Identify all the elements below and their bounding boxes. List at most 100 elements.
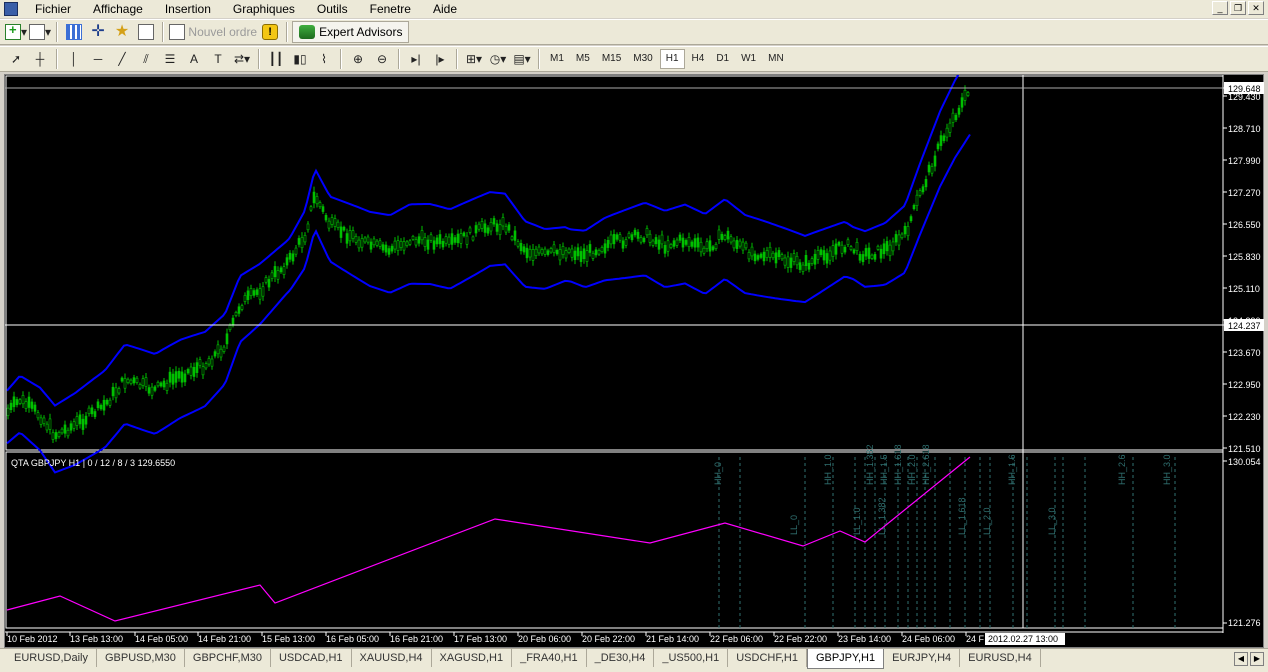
tab-us500-h1[interactable]: _US500,H1 xyxy=(654,649,729,667)
candle-body xyxy=(423,237,427,247)
menu-graphiques[interactable]: Graphiques xyxy=(222,2,306,16)
candle-body xyxy=(963,89,967,101)
candle-body xyxy=(438,234,442,245)
restore-button[interactable]: ❐ xyxy=(1230,1,1246,15)
price-scale-label: 123.670 xyxy=(1228,348,1261,358)
candle-body xyxy=(333,218,337,227)
candle-body xyxy=(177,370,181,379)
auto-scroll-button[interactable]: ▸| xyxy=(405,48,427,70)
trendline-icon: ╱ xyxy=(118,52,126,66)
app-icon xyxy=(4,2,18,16)
candle-body xyxy=(669,244,673,248)
tab-eurusd-h4[interactable]: EURUSD,H4 xyxy=(960,649,1041,667)
timeframe-m30[interactable]: M30 xyxy=(628,49,657,69)
minimize-button[interactable]: _ xyxy=(1212,1,1228,15)
crosshair-button[interactable]: ┼ xyxy=(29,48,51,70)
warning-button[interactable]: ! xyxy=(259,21,281,43)
tab-xauusd-h4[interactable]: XAUUSD,H4 xyxy=(352,649,432,667)
timeframe-w1[interactable]: W1 xyxy=(736,49,761,69)
menu-outils[interactable]: Outils xyxy=(306,2,359,16)
timeframe-m15[interactable]: M15 xyxy=(597,49,626,69)
tab-gbpchf-m30[interactable]: GBPCHF,M30 xyxy=(185,649,271,667)
candle-body xyxy=(885,241,889,252)
zoom-in-button[interactable]: ⊕ xyxy=(347,48,369,70)
candle-body xyxy=(318,202,322,208)
timeframe-h1[interactable]: H1 xyxy=(659,49,685,69)
candle-body xyxy=(720,233,724,240)
tab-gbpusd-m30[interactable]: GBPUSD,M30 xyxy=(97,649,185,667)
chart-shift-button[interactable]: |▸ xyxy=(429,48,451,70)
cursor-button[interactable]: ➚ xyxy=(5,48,27,70)
close-button[interactable]: ✕ xyxy=(1248,1,1264,15)
tab-gbpjpy-h1[interactable]: GBPJPY,H1 xyxy=(806,649,885,669)
candle-body xyxy=(873,254,877,260)
bar-chart-button[interactable]: ┃┃ xyxy=(265,48,287,70)
tab-xagusd-h1[interactable]: XAGUSD,H1 xyxy=(432,649,513,667)
candlestick-button[interactable]: ▮▯ xyxy=(289,48,311,70)
data-window-button[interactable]: ✛ xyxy=(87,21,109,43)
tab-fra40-h1[interactable]: _FRA40,H1 xyxy=(512,649,587,667)
timeframe-m1[interactable]: M1 xyxy=(545,49,569,69)
bollinger-upper-band xyxy=(6,75,960,407)
candle-body xyxy=(708,240,712,252)
horizontal-line-button[interactable]: ─ xyxy=(87,48,109,70)
tab-de30-h4[interactable]: _DE30,H4 xyxy=(587,649,655,667)
candle-body xyxy=(72,421,76,429)
chart-canvas[interactable]: 129.648129.430128.710127.990127.270126.5… xyxy=(5,75,1265,649)
menu-fichier[interactable]: Fichier xyxy=(24,2,82,16)
tab-scroll-left-icon[interactable]: ◀ xyxy=(1234,652,1248,666)
candle-body xyxy=(522,246,526,253)
templates-button[interactable]: ▤▾ xyxy=(511,48,533,70)
expert-advisors-button[interactable]: Expert Advisors xyxy=(292,21,410,43)
tab-eurjpy-h4[interactable]: EURJPY,H4 xyxy=(884,649,961,667)
candle-body xyxy=(180,371,184,383)
price-scale-label: 122.950 xyxy=(1228,380,1261,390)
tab-usdchf-h1[interactable]: USDCHF,H1 xyxy=(728,649,807,667)
profiles-button[interactable]: ▾ xyxy=(29,21,51,43)
text-button[interactable]: A xyxy=(183,48,205,70)
timeframe-mn[interactable]: MN xyxy=(763,49,789,69)
tab-scroll-right-icon[interactable]: ▶ xyxy=(1250,652,1264,666)
candle-body xyxy=(582,248,586,260)
indicators-icon: ⊞▾ xyxy=(465,52,483,66)
timeframe-d1[interactable]: D1 xyxy=(711,49,734,69)
zoom-out-button[interactable]: ⊖ xyxy=(371,48,393,70)
chart-window[interactable]: 129.648 129.430 128.710 127.990 127.270 126.5… xyxy=(4,74,1264,648)
time-label: 20 Feb 06:00 xyxy=(518,634,571,644)
menu-fenetre[interactable]: Fenetre xyxy=(359,2,422,16)
candle-body xyxy=(102,399,106,411)
new-chart-button[interactable]: ▾ xyxy=(5,21,27,43)
tab-usdcad-h1[interactable]: USDCAD,H1 xyxy=(271,649,352,667)
candle-body xyxy=(852,249,856,254)
menu-aide[interactable]: Aide xyxy=(422,2,468,16)
vertical-line-button[interactable]: │ xyxy=(63,48,85,70)
text-label-button[interactable]: T xyxy=(207,48,229,70)
equidistant-channel-button[interactable]: ⫽ xyxy=(135,48,157,70)
timeframe-h4[interactable]: H4 xyxy=(687,49,710,69)
menu-affichage[interactable]: Affichage xyxy=(82,2,154,16)
candle-body xyxy=(798,262,802,270)
candle-body xyxy=(957,107,961,115)
navigator-button[interactable]: ★ xyxy=(111,21,133,43)
arrows-button[interactable]: ⇄▾ xyxy=(231,48,253,70)
menu-insertion[interactable]: Insertion xyxy=(154,2,222,16)
expert-advisors-icon xyxy=(299,25,316,39)
terminal-button[interactable] xyxy=(135,21,157,43)
candle-body xyxy=(933,155,937,167)
fibonacci-button[interactable]: ☰ xyxy=(159,48,181,70)
line-chart-button[interactable]: ⌇ xyxy=(313,48,335,70)
candle-body xyxy=(744,242,748,249)
templates-icon: ▤▾ xyxy=(513,52,531,66)
candle-body xyxy=(288,252,292,260)
candle-body xyxy=(576,247,580,257)
tab-eurusd-daily[interactable]: EURUSD,Daily xyxy=(6,649,97,667)
market-watch-button[interactable] xyxy=(63,21,85,43)
trendline-button[interactable]: ╱ xyxy=(111,48,133,70)
new-order-button[interactable]: Nouvel ordre xyxy=(169,21,257,43)
fibonacci-icon: ☰ xyxy=(164,52,176,66)
candle-body xyxy=(804,255,808,267)
periods-button[interactable]: ◷▾ xyxy=(487,48,509,70)
indicators-button[interactable]: ⊞▾ xyxy=(463,48,485,70)
candle-body xyxy=(465,235,469,245)
timeframe-m5[interactable]: M5 xyxy=(571,49,595,69)
